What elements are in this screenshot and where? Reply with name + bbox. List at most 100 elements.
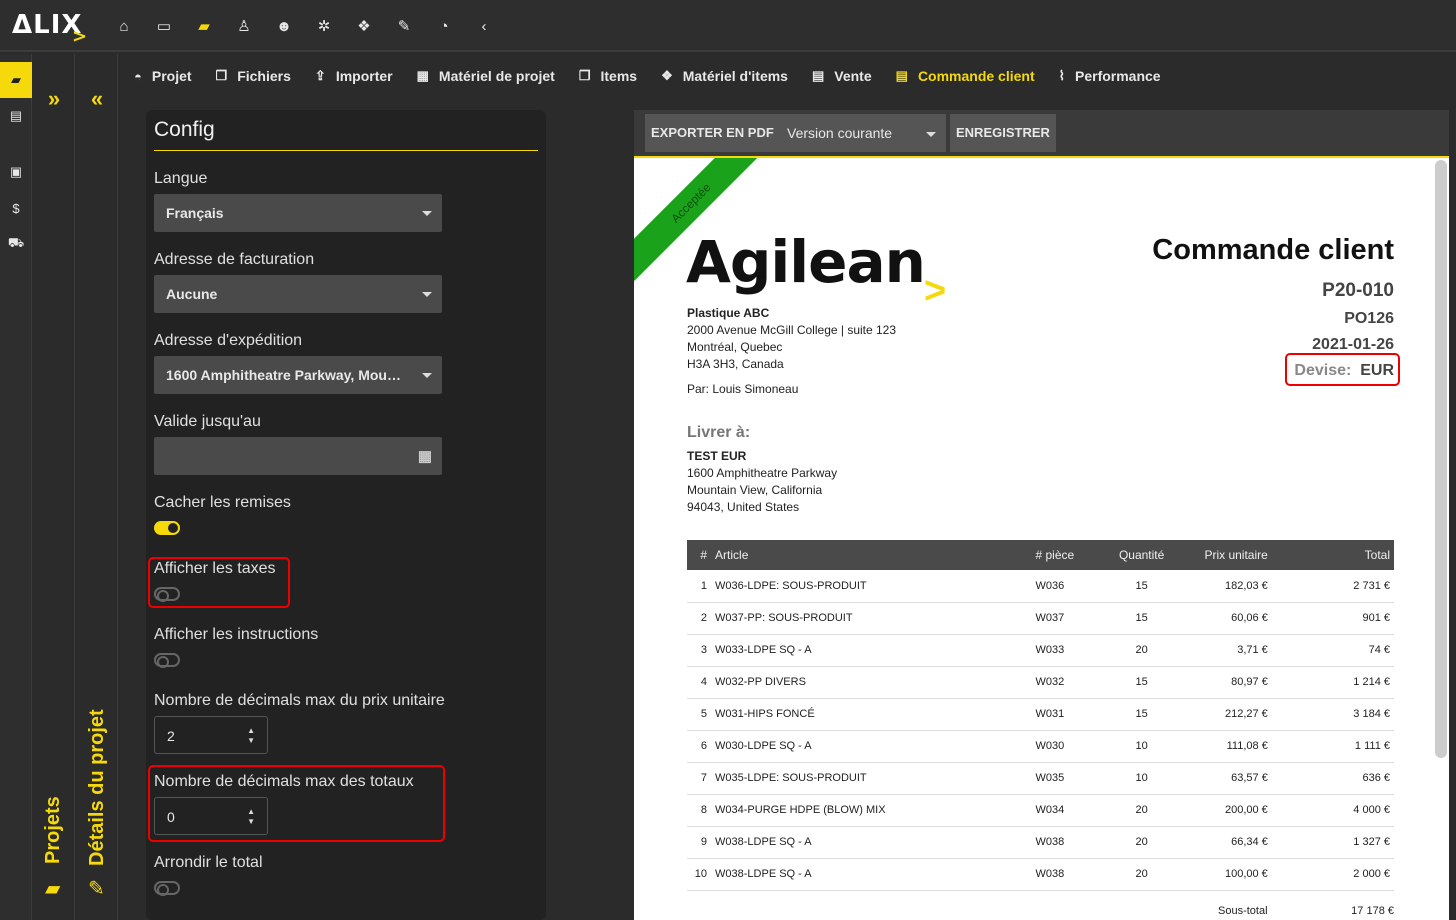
ship-name: TEST EUR	[687, 449, 747, 463]
chevron-left-icon[interactable]: ‹	[464, 14, 504, 38]
export-pdf-button[interactable]: EXPORTER EN PDF	[645, 114, 780, 152]
tab-importer[interactable]: ⇪ Importer	[315, 68, 393, 84]
table-cell: 2	[687, 602, 712, 635]
tab-commande-client[interactable]: ▤ Commande client	[896, 68, 1035, 84]
table-cell: W030	[1031, 730, 1112, 763]
box-icon[interactable]: ▣	[0, 154, 32, 190]
dropdown-arrow-icon	[422, 373, 432, 378]
project-tabs: ◓ Projet ❐ Fichiers ⇪ Importer ▦ Matériel de…	[134, 64, 1185, 88]
person-icon[interactable]: ♙	[224, 14, 264, 38]
company-addr2: Montréal, Quebec	[687, 340, 783, 354]
collapse-chevron-icon[interactable]: «	[76, 86, 118, 112]
table-cell: 3,71 €	[1171, 634, 1272, 667]
table-row: 6 W030-LDPE SQ - A W030 10 111,08 €1 111 €	[687, 730, 1394, 763]
table-cell: 200,00 €	[1171, 794, 1272, 827]
magic-wand-icon[interactable]: ✎	[384, 14, 424, 38]
cubes-icon: ❖	[661, 68, 673, 83]
document-scrollbar[interactable]	[1435, 160, 1447, 758]
users-icon[interactable]: ☻	[264, 14, 304, 38]
table-cell: W034-PURGE HDPE (BLOW) MIX	[711, 794, 1032, 827]
facturation-select[interactable]: Aucune	[154, 275, 442, 313]
gears-icon[interactable]: ✲	[304, 14, 344, 38]
invoice-icon: ▤	[811, 68, 825, 83]
table-cell: 1	[687, 570, 712, 603]
valide-date-input[interactable]: ▦	[154, 437, 442, 475]
table-cell: 182,03 €	[1171, 570, 1272, 603]
tab-fichiers[interactable]: ❐ Fichiers	[216, 68, 291, 84]
calendar-icon[interactable]: ▦	[418, 447, 432, 465]
tab-performance[interactable]: ⌇ Performance	[1059, 68, 1161, 84]
expedition-select[interactable]: 1600 Amphitheatre Parkway, Mountain View	[154, 356, 442, 394]
table-cell: W038-LDPE SQ - A	[711, 826, 1032, 859]
table-cell: W031-HIPS FONCÉ	[711, 698, 1032, 731]
dollar-icon[interactable]: $	[0, 190, 32, 226]
table-cell: 20	[1111, 826, 1172, 859]
tab-materiel-projet[interactable]: ▦ Matériel de projet	[417, 68, 555, 84]
table-cell: W032-PP DIVERS	[711, 666, 1032, 699]
langue-select[interactable]: Français	[154, 194, 442, 232]
facturation-label: Adresse de facturation	[154, 251, 315, 268]
hard-hat-icon: ◓	[134, 68, 142, 84]
expand-chevron-icon[interactable]: »	[33, 86, 75, 112]
invoice-dollar-icon: ▤	[895, 68, 908, 83]
cubes-icon[interactable]: ❖	[344, 14, 384, 38]
alix-logo[interactable]: ΔLIX >	[12, 10, 87, 47]
dec-prix-input[interactable]: 2 ▲ ▼	[154, 716, 268, 754]
table-cell: 1 214 €	[1271, 666, 1394, 699]
tab-projet[interactable]: ◓ Projet	[134, 68, 192, 84]
clone-icon: ❐	[578, 68, 591, 83]
table-row: 10 W038-LDPE SQ - A W038 20 100,00 €2 000 €	[687, 858, 1394, 891]
folder-open-icon[interactable]: ▰	[0, 62, 32, 98]
table-cell: 212,27 €	[1171, 698, 1272, 731]
table-cell: 15	[1111, 570, 1172, 603]
table-cell: W036	[1031, 570, 1112, 603]
tab-vente[interactable]: ▤ Vente	[812, 68, 872, 84]
table-cell: 9	[687, 826, 712, 859]
tab-materiel-items[interactable]: ❖ Matériel d'items	[661, 68, 788, 84]
table-cell: 3	[687, 634, 712, 667]
grid-icon: ▦	[416, 68, 429, 83]
table-cell: W035-LDPE: SOUS-PRODUIT	[711, 762, 1032, 795]
save-button[interactable]: ENREGISTRER	[950, 114, 1056, 152]
dashboard-icon[interactable]: ◔	[424, 14, 464, 38]
table-cell: 636 €	[1271, 762, 1394, 795]
afficher-instructions-toggle[interactable]	[154, 653, 180, 668]
table-cell: W031	[1031, 698, 1112, 731]
home-icon[interactable]: ⌂	[104, 14, 144, 38]
table-cell: W037-PP: SOUS-PRODUIT	[711, 602, 1032, 635]
dec-prix-label: Nombre de décimals max du prix unitaire	[154, 692, 445, 709]
company-addr3: H3A 3H3, Canada	[687, 357, 784, 371]
company-name: Plastique ABC	[687, 306, 770, 320]
table-row: 2 W037-PP: SOUS-PRODUIT W037 15 60,06 €901 €	[687, 602, 1394, 635]
order-date: 2021-01-26	[1312, 336, 1394, 353]
table-row: 3 W033-LDPE SQ - A W033 20 3,71 €74 €	[687, 634, 1394, 667]
files-icon: ❐	[215, 68, 228, 83]
pencil-icon: ✎	[88, 878, 105, 900]
document-title: Commande client	[1152, 234, 1394, 266]
file-invoice-icon[interactable]: ▤	[0, 98, 32, 134]
table-cell: W034	[1031, 794, 1112, 827]
table-cell: 8	[687, 794, 712, 827]
truck-icon[interactable]: ⛟	[0, 226, 32, 262]
cacher-remises-toggle[interactable]	[154, 521, 180, 535]
col-header: # pièce	[1031, 540, 1112, 570]
table-header-row: # Article # pièce Quantité Prix unitaire…	[687, 540, 1394, 570]
table-cell: 80,97 €	[1171, 666, 1272, 699]
monitor-icon[interactable]: ▭	[144, 14, 184, 38]
projects-panel[interactable]: » Projets ▰	[33, 54, 75, 920]
table-cell: 7	[687, 762, 712, 795]
project-details-panel[interactable]: « Détails du projet ✎	[76, 54, 118, 920]
version-select[interactable]: Version courante	[775, 114, 946, 152]
table-row: 8 W034-PURGE HDPE (BLOW) MIX W034 20 200,00 …	[687, 794, 1394, 827]
table-cell: W033	[1031, 634, 1112, 667]
cacher-remises-label: Cacher les remises	[154, 494, 291, 511]
table-row: 5 W031-HIPS FONCÉ W031 15 212,27 €3 184 €	[687, 698, 1394, 731]
table-cell: W036-LDPE: SOUS-PRODUIT	[711, 570, 1032, 603]
table-cell: W030-LDPE SQ - A	[711, 730, 1032, 763]
folder-icon[interactable]: ▰	[184, 14, 224, 38]
arrondir-toggle[interactable]	[154, 881, 180, 896]
stepper-icon[interactable]: ▲ ▼	[247, 726, 255, 746]
tab-items[interactable]: ❐ Items	[579, 68, 637, 84]
table-cell: 6	[687, 730, 712, 763]
left-rail: ▰ ▤ ▣ $ ⛟	[0, 54, 32, 920]
